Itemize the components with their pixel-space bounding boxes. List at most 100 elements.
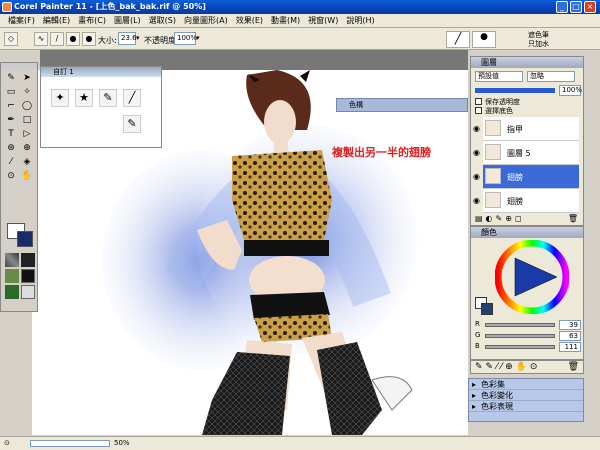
custom-palette-header[interactable]: 自訂 1	[41, 67, 161, 77]
composite-depth-select[interactable]: 忽略	[527, 71, 575, 82]
rubber-stamp-icon[interactable]: ⊕	[21, 142, 33, 154]
size-label: 大小:	[98, 36, 117, 45]
layer-row[interactable]: ◉ 圖層 5	[473, 141, 579, 165]
color-wheel[interactable]	[495, 240, 569, 314]
color-sets-palette-header[interactable]: 色彩集	[469, 379, 583, 390]
custom-brush-2-icon[interactable]: ★	[75, 89, 93, 107]
menu-canvas[interactable]: 畫布(C)	[74, 15, 110, 26]
grabber-icon[interactable]: ✋	[21, 170, 33, 182]
eraser-tool-icon[interactable]: ◇	[4, 32, 18, 46]
zoom-icon[interactable]: ⊙	[4, 439, 10, 447]
red-slider[interactable]	[485, 323, 555, 327]
secondary-color-chip[interactable]	[481, 303, 493, 315]
toolbox: ✎ ➤ ▭ ✧ ⌐ ◯ ✒ □ T ▷ ⊛ ⊕ ⁄ ◈ ⊙ ✋	[0, 62, 38, 312]
red-row: R 39	[475, 320, 581, 330]
eye-icon[interactable]: ◉	[473, 124, 480, 133]
magic-wand-icon[interactable]: ✧	[21, 86, 33, 98]
text-icon[interactable]: T	[5, 128, 17, 140]
cloner-icon[interactable]: ⊛	[5, 142, 17, 154]
shape-select-icon[interactable]: ▷	[21, 128, 33, 140]
brush-tool-icon[interactable]: ✎	[5, 72, 17, 84]
layer-row-selected[interactable]: ◉ 翅膀	[473, 165, 579, 189]
rect-select-icon[interactable]: ▭	[5, 86, 17, 98]
pick-up-color-checkbox[interactable]	[475, 107, 482, 114]
menu-file[interactable]: 檔案(F)	[4, 15, 39, 26]
custom-brush-5-icon[interactable]: ✎	[123, 115, 141, 133]
straight-line-icon[interactable]: /	[50, 32, 64, 46]
pattern-selector-icon[interactable]	[5, 269, 19, 283]
dropper-icon[interactable]: ⁄	[5, 156, 17, 168]
blue-row: B 111	[475, 342, 581, 352]
lasso-icon[interactable]: ◯	[21, 100, 33, 112]
magnifier-icon[interactable]: ⊙	[5, 170, 17, 182]
custom-palette: 自訂 1 ✦ ★ ✎ ╱ ✎	[40, 66, 162, 148]
eye-icon[interactable]: ◉	[473, 148, 480, 157]
opacity-slider[interactable]	[475, 88, 555, 93]
size-input[interactable]: 23.6	[118, 32, 137, 45]
layer-commands-icon[interactable]: ▤◐✎⊕◻	[475, 214, 525, 223]
maximize-button[interactable]: □	[570, 1, 582, 13]
menu-edit[interactable]: 編輯(E)	[39, 15, 74, 26]
layers-header[interactable]: 圖層	[471, 57, 583, 68]
color-expression-palette-header[interactable]: 色彩表現	[469, 401, 583, 412]
paper-selector-icon[interactable]	[5, 253, 19, 267]
eye-icon[interactable]: ◉	[473, 172, 480, 181]
composite-method-select[interactable]: 預設值	[475, 71, 523, 82]
menu-help[interactable]: 說明(H)	[342, 15, 378, 26]
layer-thumbnail	[485, 192, 501, 208]
custom-brush-1-icon[interactable]: ✦	[51, 89, 69, 107]
layer-thumbnail	[485, 168, 501, 184]
close-button[interactable]: ×	[584, 1, 596, 13]
layer-adjuster-icon[interactable]: ➤	[21, 72, 33, 84]
color-variability-palette-header[interactable]: 色彩變化	[469, 390, 583, 401]
menu-shapes[interactable]: 向量圖形(A)	[180, 15, 232, 26]
color-set-palette[interactable]: 色構	[336, 98, 468, 112]
opacity-input[interactable]: 100%	[174, 32, 197, 45]
eye-icon[interactable]: ◉	[473, 196, 480, 205]
brush-variant-icon[interactable]: ●	[472, 31, 496, 48]
minimize-button[interactable]: _	[556, 1, 568, 13]
freehand-stroke-icon[interactable]: ∿	[34, 32, 48, 46]
look-selector-icon[interactable]	[21, 285, 35, 299]
brush-category-icon[interactable]: ╱	[446, 31, 470, 48]
shape-icon[interactable]: □	[21, 114, 33, 126]
weaving-selector-icon[interactable]	[5, 285, 19, 299]
menu-effects[interactable]: 效果(E)	[232, 15, 267, 26]
square-dab-icon[interactable]: ●	[82, 32, 96, 46]
collapsed-palettes: 色彩集 色彩變化 色彩表現	[468, 378, 584, 422]
menu-window[interactable]: 視窗(W)	[304, 15, 342, 26]
layer-opacity-input[interactable]: 100%	[559, 85, 582, 96]
menu-select[interactable]: 選取(S)	[145, 15, 180, 26]
blue-slider[interactable]	[485, 345, 555, 349]
mixer-toolbar: ✎✎⁄⁄⊕✋⊙ 🗑	[470, 360, 584, 374]
colors-header[interactable]: 顏色	[471, 227, 583, 238]
brush-variant-name: 只加水	[528, 40, 549, 48]
trash-icon[interactable]: 🗑	[568, 214, 581, 223]
custom-brush-4-icon[interactable]: ╱	[123, 89, 141, 107]
menu-layers[interactable]: 圖層(L)	[110, 15, 145, 26]
blue-value[interactable]: 111	[559, 342, 581, 352]
opacity-dropdown-icon[interactable]: ▾	[196, 34, 200, 42]
layers-palette: 圖層 預設值 忽略 100% 保存透明度 選擇底色 ◉ 指甲 ◉ 圖層 5 ◉ 翅膀 …	[470, 56, 584, 226]
mixer-tools-icon[interactable]: ✎✎⁄⁄⊕✋⊙	[475, 362, 540, 372]
menu-movie[interactable]: 動畫(M)	[267, 15, 304, 26]
crop-icon[interactable]: ⌐	[5, 100, 17, 112]
additional-color-swatch[interactable]	[17, 231, 33, 247]
custom-brush-3-icon[interactable]: ✎	[99, 89, 117, 107]
gradient-selector-icon[interactable]	[21, 253, 35, 267]
preserve-transparency-checkbox[interactable]	[475, 98, 482, 105]
layer-row[interactable]: ◉ 指甲	[473, 117, 579, 141]
red-value[interactable]: 39	[559, 320, 581, 330]
zoom-value: 50%	[114, 439, 130, 447]
green-slider[interactable]	[485, 334, 555, 338]
paint-bucket-icon[interactable]: ◈	[21, 156, 33, 168]
layer-name: 圖層 5	[507, 149, 531, 158]
nozzle-selector-icon[interactable]	[21, 269, 35, 283]
zoom-slider[interactable]	[30, 440, 110, 447]
green-value[interactable]: 63	[559, 331, 581, 341]
layer-row[interactable]: ◉ 翅膀	[473, 189, 579, 213]
size-dropdown-icon[interactable]: ▾	[136, 34, 140, 42]
mixer-trash-icon[interactable]: 🗑	[568, 362, 579, 372]
pen-icon[interactable]: ✒	[5, 114, 17, 126]
round-dab-icon[interactable]: ●	[66, 32, 80, 46]
